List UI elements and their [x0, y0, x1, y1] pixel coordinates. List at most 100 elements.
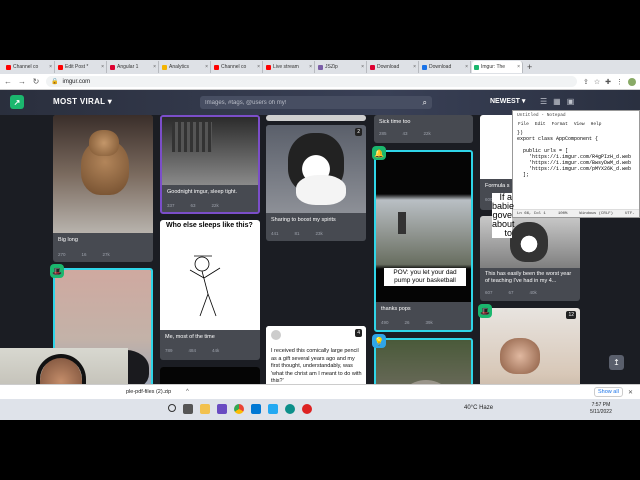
- order-dropdown[interactable]: NEWEST ▾: [490, 97, 525, 105]
- tab-close-icon[interactable]: ×: [309, 64, 312, 70]
- view-count: 27k: [102, 252, 110, 257]
- post-card[interactable]: [266, 115, 366, 121]
- browser-tab[interactable]: Channel co ×: [212, 61, 263, 73]
- comment-count: 67: [508, 290, 514, 295]
- browser-tab[interactable]: Live stream ×: [264, 61, 315, 73]
- tab-favicon-icon: [474, 64, 479, 70]
- sort-dropdown[interactable]: MOST VIRAL ▾: [53, 97, 112, 106]
- forward-icon[interactable]: →: [18, 77, 26, 86]
- post-image: [266, 115, 366, 121]
- notepad-text-area[interactable]: }) export class AppComponent { public url…: [513, 128, 639, 202]
- url-input[interactable]: 🔒 imgur.com: [46, 76, 577, 87]
- view-count: 39k: [425, 320, 433, 325]
- tab-close-icon[interactable]: ×: [257, 64, 260, 70]
- post-heading: Who else sleeps like this?: [166, 222, 253, 229]
- tab-favicon-icon: [58, 64, 63, 70]
- post-card[interactable]: Who else sleeps like this? Me, most of t…: [160, 220, 260, 360]
- task-view-icon[interactable]: [183, 404, 193, 414]
- back-to-top-button[interactable]: ↥: [609, 355, 624, 370]
- browser-tab[interactable]: JSZip ×: [316, 61, 367, 73]
- post-image: [53, 115, 153, 233]
- visual-studio-icon[interactable]: [217, 404, 227, 414]
- record-icon[interactable]: [302, 404, 312, 414]
- comment-count: 43: [402, 131, 408, 136]
- puzzle-icon[interactable]: ✚: [605, 78, 611, 86]
- system-clock[interactable]: 7:57 PM 5/11/2022: [590, 402, 612, 416]
- post-image: [162, 117, 258, 185]
- store-icon[interactable]: [251, 404, 261, 414]
- grid-view-icon[interactable]: ▦: [553, 97, 561, 106]
- tab-close-icon[interactable]: ×: [49, 64, 52, 70]
- post-card[interactable]: 2 Sharing to boost my spirits 441 81 23k: [266, 125, 366, 241]
- tab-label: Angular 1: [117, 64, 139, 70]
- share-icon[interactable]: ⇪: [583, 78, 589, 86]
- download-item[interactable]: ple-pdf-files (2).zip: [126, 389, 171, 395]
- tab-label: Edit Post *: [65, 64, 89, 70]
- show-all-button[interactable]: Show all: [594, 387, 623, 397]
- browser-tab[interactable]: Imgur: The ×: [472, 61, 523, 73]
- browser-tab[interactable]: Channel co ×: [4, 61, 55, 73]
- compact-view-icon[interactable]: ▣: [567, 97, 575, 106]
- tab-close-icon[interactable]: ×: [517, 64, 520, 70]
- lock-icon: 🔒: [51, 79, 59, 85]
- post-stats: 270 16 27k: [58, 252, 110, 257]
- menu-view[interactable]: View: [574, 122, 585, 127]
- menu-help[interactable]: Help: [591, 122, 602, 127]
- browser-tab[interactable]: Analytics ×: [160, 61, 211, 73]
- notepad-window[interactable]: Untitled - Notepad File Edit Format View…: [512, 110, 640, 218]
- browser-tab[interactable]: Download ×: [368, 61, 419, 73]
- tab-close-icon[interactable]: ×: [361, 64, 364, 70]
- post-card[interactable]: Sick time too 285 43 22k: [374, 115, 473, 143]
- upvote-count: 607: [485, 290, 493, 295]
- chrome-icon[interactable]: [234, 404, 244, 414]
- search-icon[interactable]: [168, 404, 176, 412]
- list-view-icon[interactable]: ☰: [540, 97, 547, 106]
- line-ending: Windows (CRLF): [579, 211, 614, 216]
- new-tab-icon[interactable]: +: [527, 62, 532, 72]
- tab-close-icon[interactable]: ×: [465, 64, 468, 70]
- reload-icon[interactable]: ↻: [32, 77, 40, 86]
- emerald-badge-icon: 🎩: [478, 304, 492, 318]
- download-menu-icon[interactable]: ^: [186, 389, 189, 395]
- comment-count: 81: [294, 231, 300, 236]
- browser-tab[interactable]: Angular 1 ×: [108, 61, 159, 73]
- tab-favicon-icon: [370, 64, 375, 70]
- tab-close-icon[interactable]: ×: [413, 64, 416, 70]
- post-stats: 337 63 22k: [167, 203, 219, 208]
- menu-file[interactable]: File: [518, 122, 529, 127]
- tab-close-icon[interactable]: ×: [205, 64, 208, 70]
- search-input[interactable]: [205, 99, 405, 106]
- sort-label: MOST VIRAL: [53, 97, 106, 106]
- tab-close-icon[interactable]: ×: [153, 64, 156, 70]
- edge-icon[interactable]: [285, 404, 295, 414]
- file-explorer-icon[interactable]: [200, 404, 210, 414]
- menu-format[interactable]: Format: [552, 122, 568, 127]
- post-image: POV: you let your dad pump your basketba…: [376, 152, 471, 302]
- tab-close-icon[interactable]: ×: [101, 64, 104, 70]
- imgur-logo-icon[interactable]: ↗: [10, 95, 24, 109]
- image-count-badge: 4: [355, 329, 362, 337]
- weather-widget[interactable]: 40°C Haze: [464, 405, 493, 411]
- clock-time: 7:57 PM: [591, 402, 611, 408]
- post-title: Formula s: [485, 183, 510, 189]
- vscode-icon[interactable]: [268, 404, 278, 414]
- search-icon[interactable]: ⌕: [423, 98, 427, 108]
- profile-avatar[interactable]: [628, 77, 636, 86]
- menu-icon[interactable]: ⋮: [616, 78, 623, 86]
- tab-label: JSZip: [325, 64, 338, 70]
- post-title: Sharing to boost my spirits: [271, 217, 336, 223]
- post-image: Who else sleeps like this?: [160, 220, 260, 330]
- post-card[interactable]: Goodnight imgur, sleep tight. 337 63 22k: [160, 115, 260, 214]
- star-icon[interactable]: ☆: [594, 78, 600, 86]
- menu-edit[interactable]: Edit: [535, 122, 546, 127]
- post-card[interactable]: Big long 270 16 27k: [53, 115, 153, 262]
- back-icon[interactable]: ←: [4, 77, 12, 86]
- post-card[interactable]: POV: you let your dad pump your basketba…: [374, 150, 473, 332]
- browser-tab[interactable]: Edit Post * ×: [56, 61, 107, 73]
- browser-tab[interactable]: Download ×: [420, 61, 471, 73]
- download-bar: ple-pdf-files (2).zip ^ Show all ✕: [0, 384, 640, 399]
- close-download-bar-icon[interactable]: ✕: [628, 389, 633, 396]
- notepad-statusbar: Ln 66, Col 1 100% Windows (CRLF) UTF-: [513, 209, 639, 217]
- tab-favicon-icon: [6, 64, 11, 70]
- tab-label: Download: [377, 64, 400, 70]
